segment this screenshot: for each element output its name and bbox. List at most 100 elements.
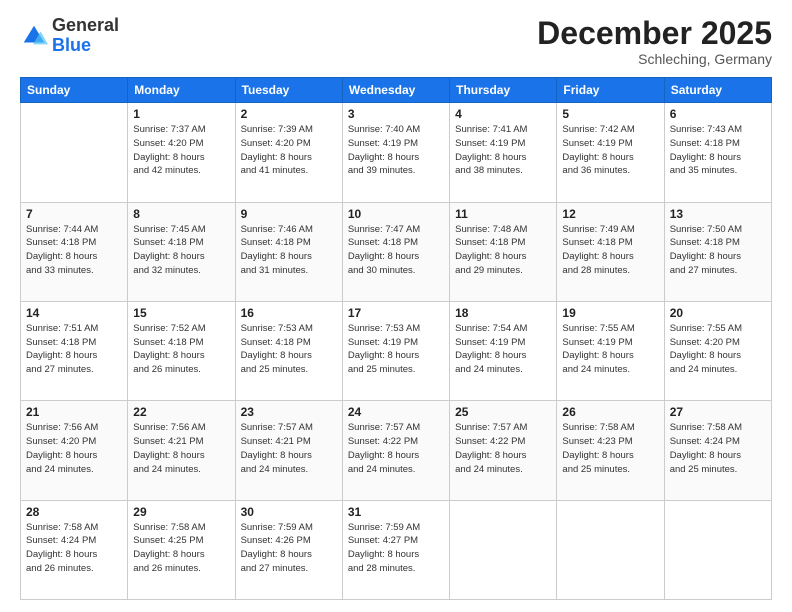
calendar-cell: 5 Sunrise: 7:42 AMSunset: 4:19 PMDaylight… bbox=[557, 103, 664, 202]
day-info: Sunrise: 7:42 AMSunset: 4:19 PMDaylight:… bbox=[562, 123, 658, 178]
calendar-cell: 17Sunrise: 7:53 AMSunset: 4:19 PMDayligh… bbox=[342, 301, 449, 400]
day-info: Sunrise: 7:59 AMSunset: 4:27 PMDaylight:… bbox=[348, 521, 444, 576]
calendar-cell: 3 Sunrise: 7:40 AMSunset: 4:19 PMDaylight… bbox=[342, 103, 449, 202]
calendar-cell: 20Sunrise: 7:55 AMSunset: 4:20 PMDayligh… bbox=[664, 301, 771, 400]
header-thursday: Thursday bbox=[450, 78, 557, 103]
header: General Blue December 2025 Schleching, G… bbox=[20, 16, 772, 67]
title-section: December 2025 Schleching, Germany bbox=[537, 16, 772, 67]
day-number: 11 bbox=[455, 207, 551, 221]
calendar-cell: 25 Sunrise: 7:57 AMSunset: 4:22 PMDayligh… bbox=[450, 401, 557, 500]
day-info: Sunrise: 7:53 AMSunset: 4:18 PMDaylight:… bbox=[241, 322, 337, 377]
day-number: 22 bbox=[133, 405, 229, 419]
day-info: Sunrise: 7:39 AMSunset: 4:20 PMDaylight:… bbox=[241, 123, 337, 178]
day-number: 24 bbox=[348, 405, 444, 419]
calendar-cell: 10 Sunrise: 7:47 AMSunset: 4:18 PMDayligh… bbox=[342, 202, 449, 301]
day-info: Sunrise: 7:55 AMSunset: 4:19 PMDaylight:… bbox=[562, 322, 658, 377]
month-title: December 2025 bbox=[537, 16, 772, 51]
calendar-cell bbox=[557, 500, 664, 599]
calendar-cell: 23 Sunrise: 7:57 AMSunset: 4:21 PMDayligh… bbox=[235, 401, 342, 500]
logo-blue: Blue bbox=[52, 35, 91, 55]
day-number: 2 bbox=[241, 107, 337, 121]
calendar-cell: 15 Sunrise: 7:52 AMSunset: 4:18 PMDayligh… bbox=[128, 301, 235, 400]
calendar-week-3: 14 Sunrise: 7:51 AMSunset: 4:18 PMDayligh… bbox=[21, 301, 772, 400]
header-wednesday: Wednesday bbox=[342, 78, 449, 103]
day-number: 16 bbox=[241, 306, 337, 320]
day-number: 9 bbox=[241, 207, 337, 221]
calendar-cell: 26 Sunrise: 7:58 AMSunset: 4:23 PMDayligh… bbox=[557, 401, 664, 500]
calendar-cell: 24Sunrise: 7:57 AMSunset: 4:22 PMDayligh… bbox=[342, 401, 449, 500]
day-number: 6 bbox=[670, 107, 766, 121]
day-info: Sunrise: 7:47 AMSunset: 4:18 PMDaylight:… bbox=[348, 223, 444, 278]
day-number: 18 bbox=[455, 306, 551, 320]
header-tuesday: Tuesday bbox=[235, 78, 342, 103]
day-number: 31 bbox=[348, 505, 444, 519]
calendar-cell: 18 Sunrise: 7:54 AMSunset: 4:19 PMDayligh… bbox=[450, 301, 557, 400]
day-info: Sunrise: 7:57 AMSunset: 4:22 PMDaylight:… bbox=[455, 421, 551, 476]
day-info: Sunrise: 7:46 AMSunset: 4:18 PMDaylight:… bbox=[241, 223, 337, 278]
day-number: 20 bbox=[670, 306, 766, 320]
calendar-cell: 9 Sunrise: 7:46 AMSunset: 4:18 PMDaylight… bbox=[235, 202, 342, 301]
day-number: 7 bbox=[26, 207, 122, 221]
day-number: 25 bbox=[455, 405, 551, 419]
calendar-cell: 11Sunrise: 7:48 AMSunset: 4:18 PMDayligh… bbox=[450, 202, 557, 301]
header-saturday: Saturday bbox=[664, 78, 771, 103]
header-sunday: Sunday bbox=[21, 78, 128, 103]
day-number: 30 bbox=[241, 505, 337, 519]
day-info: Sunrise: 7:44 AMSunset: 4:18 PMDaylight:… bbox=[26, 223, 122, 278]
day-info: Sunrise: 7:58 AMSunset: 4:24 PMDaylight:… bbox=[670, 421, 766, 476]
day-number: 5 bbox=[562, 107, 658, 121]
day-number: 28 bbox=[26, 505, 122, 519]
calendar-cell bbox=[664, 500, 771, 599]
day-info: Sunrise: 7:37 AMSunset: 4:20 PMDaylight:… bbox=[133, 123, 229, 178]
calendar-cell: 7 Sunrise: 7:44 AMSunset: 4:18 PMDaylight… bbox=[21, 202, 128, 301]
header-monday: Monday bbox=[128, 78, 235, 103]
day-info: Sunrise: 7:54 AMSunset: 4:19 PMDaylight:… bbox=[455, 322, 551, 377]
day-number: 1 bbox=[133, 107, 229, 121]
day-number: 21 bbox=[26, 405, 122, 419]
day-number: 14 bbox=[26, 306, 122, 320]
day-number: 26 bbox=[562, 405, 658, 419]
header-friday: Friday bbox=[557, 78, 664, 103]
day-info: Sunrise: 7:57 AMSunset: 4:21 PMDaylight:… bbox=[241, 421, 337, 476]
day-number: 3 bbox=[348, 107, 444, 121]
day-info: Sunrise: 7:43 AMSunset: 4:18 PMDaylight:… bbox=[670, 123, 766, 178]
logo-general: General bbox=[52, 15, 119, 35]
day-info: Sunrise: 7:45 AMSunset: 4:18 PMDaylight:… bbox=[133, 223, 229, 278]
day-number: 8 bbox=[133, 207, 229, 221]
page: General Blue December 2025 Schleching, G… bbox=[0, 0, 792, 612]
calendar-cell: 28 Sunrise: 7:58 AMSunset: 4:24 PMDayligh… bbox=[21, 500, 128, 599]
calendar-week-2: 7 Sunrise: 7:44 AMSunset: 4:18 PMDaylight… bbox=[21, 202, 772, 301]
day-number: 27 bbox=[670, 405, 766, 419]
calendar-cell bbox=[21, 103, 128, 202]
day-info: Sunrise: 7:40 AMSunset: 4:19 PMDaylight:… bbox=[348, 123, 444, 178]
day-info: Sunrise: 7:53 AMSunset: 4:19 PMDaylight:… bbox=[348, 322, 444, 377]
day-info: Sunrise: 7:49 AMSunset: 4:18 PMDaylight:… bbox=[562, 223, 658, 278]
calendar-table: Sunday Monday Tuesday Wednesday Thursday… bbox=[20, 77, 772, 600]
calendar-week-1: 1 Sunrise: 7:37 AMSunset: 4:20 PMDaylight… bbox=[21, 103, 772, 202]
calendar-cell: 4Sunrise: 7:41 AMSunset: 4:19 PMDaylight… bbox=[450, 103, 557, 202]
calendar-cell: 31 Sunrise: 7:59 AMSunset: 4:27 PMDayligh… bbox=[342, 500, 449, 599]
day-info: Sunrise: 7:58 AMSunset: 4:23 PMDaylight:… bbox=[562, 421, 658, 476]
calendar-cell: 16 Sunrise: 7:53 AMSunset: 4:18 PMDayligh… bbox=[235, 301, 342, 400]
day-number: 23 bbox=[241, 405, 337, 419]
calendar-cell: 2 Sunrise: 7:39 AMSunset: 4:20 PMDaylight… bbox=[235, 103, 342, 202]
day-info: Sunrise: 7:50 AMSunset: 4:18 PMDaylight:… bbox=[670, 223, 766, 278]
calendar-week-4: 21 Sunrise: 7:56 AMSunset: 4:20 PMDayligh… bbox=[21, 401, 772, 500]
calendar-cell: 22Sunrise: 7:56 AMSunset: 4:21 PMDayligh… bbox=[128, 401, 235, 500]
calendar-cell: 19Sunrise: 7:55 AMSunset: 4:19 PMDayligh… bbox=[557, 301, 664, 400]
calendar-cell: 1 Sunrise: 7:37 AMSunset: 4:20 PMDaylight… bbox=[128, 103, 235, 202]
calendar-cell: 30Sunrise: 7:59 AMSunset: 4:26 PMDayligh… bbox=[235, 500, 342, 599]
calendar-cell: 14 Sunrise: 7:51 AMSunset: 4:18 PMDayligh… bbox=[21, 301, 128, 400]
day-number: 15 bbox=[133, 306, 229, 320]
calendar-cell: 21 Sunrise: 7:56 AMSunset: 4:20 PMDayligh… bbox=[21, 401, 128, 500]
day-info: Sunrise: 7:56 AMSunset: 4:20 PMDaylight:… bbox=[26, 421, 122, 476]
day-info: Sunrise: 7:52 AMSunset: 4:18 PMDaylight:… bbox=[133, 322, 229, 377]
day-info: Sunrise: 7:51 AMSunset: 4:18 PMDaylight:… bbox=[26, 322, 122, 377]
calendar-week-5: 28 Sunrise: 7:58 AMSunset: 4:24 PMDayligh… bbox=[21, 500, 772, 599]
calendar-cell: 27 Sunrise: 7:58 AMSunset: 4:24 PMDayligh… bbox=[664, 401, 771, 500]
calendar-header-row: Sunday Monday Tuesday Wednesday Thursday… bbox=[21, 78, 772, 103]
calendar-cell: 8 Sunrise: 7:45 AMSunset: 4:18 PMDaylight… bbox=[128, 202, 235, 301]
day-info: Sunrise: 7:58 AMSunset: 4:24 PMDaylight:… bbox=[26, 521, 122, 576]
day-number: 10 bbox=[348, 207, 444, 221]
day-info: Sunrise: 7:41 AMSunset: 4:19 PMDaylight:… bbox=[455, 123, 551, 178]
